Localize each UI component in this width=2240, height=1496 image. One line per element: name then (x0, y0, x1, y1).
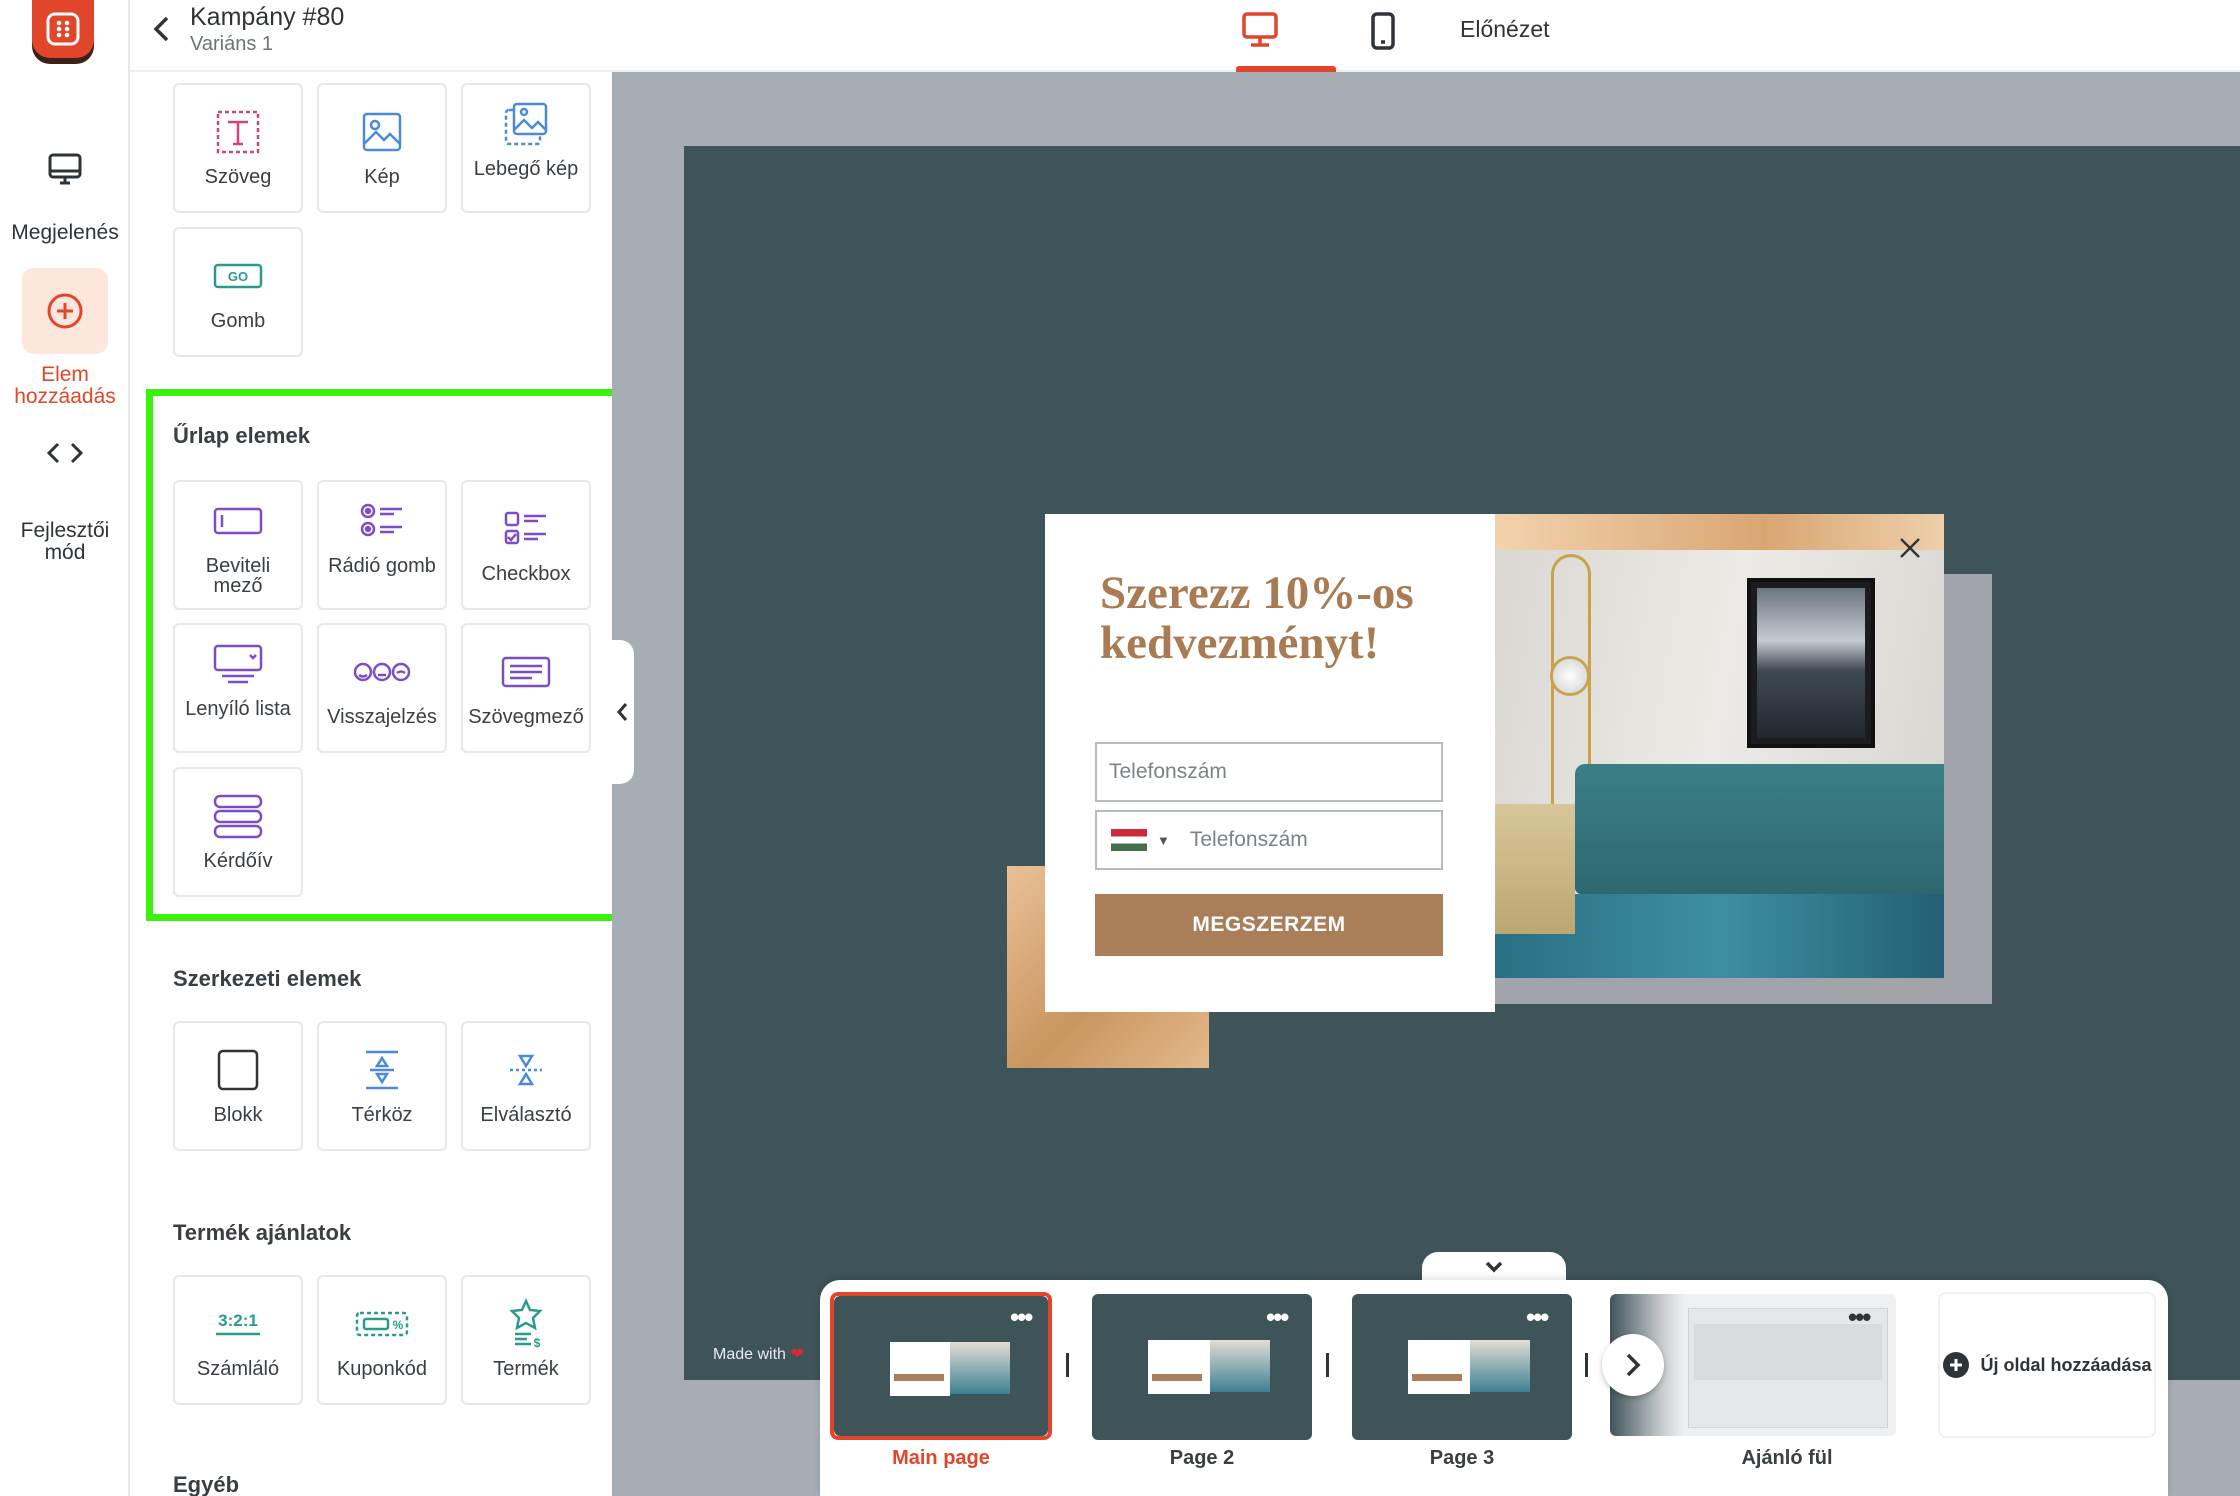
page-label-main[interactable]: Main page (826, 1447, 1056, 1470)
page-thumb-2[interactable]: ••• (1092, 1294, 1312, 1440)
element-tile-block[interactable]: Blokk (173, 1021, 303, 1151)
page-label-2[interactable]: Page 2 (1087, 1447, 1317, 1470)
button-icon: GO (212, 249, 264, 303)
svg-text:%: % (393, 1318, 404, 1332)
rail-item-developer-mode[interactable]: Fejlesztői mód (0, 428, 130, 564)
preview-button[interactable]: Előnézet (1460, 16, 1550, 43)
page-separator (1326, 1353, 1329, 1377)
spacer-icon (362, 1043, 402, 1097)
more-icon[interactable]: ••• (1848, 1302, 1871, 1333)
element-tile-floating-image[interactable]: Lebegő kép (461, 83, 591, 213)
page-thumb-main[interactable]: ••• (834, 1296, 1048, 1436)
tray-toggle[interactable] (1422, 1252, 1566, 1282)
svg-text:3:2:1: 3:2:1 (218, 1311, 258, 1330)
divider-icon (506, 1043, 546, 1097)
product-icon: $ (509, 1297, 543, 1351)
more-icon[interactable]: ••• (1010, 1302, 1033, 1333)
wall-painting (1747, 578, 1875, 748)
rail-item-label: Megjelenés (11, 221, 119, 244)
block-icon (215, 1043, 261, 1097)
close-icon[interactable] (1898, 536, 1922, 565)
rail-item-label: Fejlesztői mód (20, 519, 110, 564)
element-tile-product[interactable]: $ Termék (461, 1275, 591, 1405)
page-separator (1066, 1353, 1069, 1377)
element-tile-coupon[interactable]: % Kuponkód (317, 1275, 447, 1405)
text-icon (214, 105, 262, 159)
phone-input[interactable]: Telefonszám (1095, 742, 1443, 802)
phone-input-with-country[interactable]: ▼ Telefonszám (1095, 810, 1443, 870)
element-tile-image[interactable]: Kép (317, 83, 447, 213)
svg-text:GO: GO (228, 269, 248, 284)
popup-headline[interactable]: Szerezz 10%-os kedvezményt! (1100, 568, 1460, 668)
element-tile-spacer[interactable]: Térköz (317, 1021, 447, 1151)
page-thumb-3[interactable]: ••• (1352, 1294, 1572, 1440)
code-icon (22, 428, 108, 478)
chevron-down-icon (1485, 1261, 1503, 1273)
campaign-title: Kampány #80 (190, 3, 345, 31)
rail-item-label: Elem hozzáadás (14, 363, 116, 408)
form-elements-highlight (146, 389, 645, 921)
plus-circle-icon (1943, 1352, 1970, 1378)
mobile-view-icon[interactable] (1368, 10, 1398, 57)
more-icon[interactable]: ••• (1526, 1302, 1549, 1333)
more-icon[interactable]: ••• (1266, 1302, 1289, 1333)
made-with-label[interactable]: Made with ❤ (713, 1344, 804, 1364)
rail-item-add-element[interactable]: Elem hozzáadás (0, 268, 130, 408)
left-rail: Megjelenés Elem hozzáadás Fejlesztői mód (0, 0, 130, 1496)
heart-icon: ❤ (790, 1346, 804, 1363)
popup-product-image (1495, 514, 1944, 978)
section-title-other: Egyéb (173, 1472, 240, 1496)
hungary-flag-icon[interactable] (1111, 829, 1147, 851)
section-title-structure: Szerkezeti elemek (173, 966, 362, 991)
element-tile-countdown[interactable]: 3:2:1 Számláló (173, 1275, 303, 1405)
countdown-icon: 3:2:1 (212, 1297, 264, 1351)
add-page-button[interactable]: Új oldal hozzáadása (1938, 1292, 2156, 1438)
chevron-right-icon (1626, 1353, 1641, 1377)
coupon-icon: % (354, 1297, 410, 1351)
monitor-icon (22, 126, 108, 212)
top-bar: Kampány #80 Variáns 1 Előnézet (130, 0, 2240, 72)
floating-image-icon (502, 97, 550, 151)
desktop-view-icon[interactable] (1237, 10, 1283, 52)
page-separator (1585, 1353, 1588, 1377)
section-title-products: Termék ajánlatok (173, 1220, 352, 1245)
page-label-tab[interactable]: Ajánló fül (1672, 1447, 1902, 1470)
variant-subtitle: Variáns 1 (190, 33, 274, 55)
scroll-right-button[interactable] (1602, 1334, 1664, 1396)
element-tile-text[interactable]: Szöveg (173, 83, 303, 213)
chevron-left-icon (617, 703, 628, 721)
app-logo[interactable] (32, 0, 94, 58)
cta-button[interactable]: MEGSZERZEM (1095, 894, 1443, 956)
plus-circle-icon (22, 268, 108, 354)
collapse-panel-handle[interactable] (612, 640, 634, 784)
page-label-3[interactable]: Page 3 (1347, 1447, 1577, 1470)
rail-item-appearance[interactable]: Megjelenés (0, 126, 130, 244)
element-tile-button[interactable]: GO Gomb (173, 227, 303, 357)
teal-sofa (1575, 764, 1944, 894)
caret-down-icon[interactable]: ▼ (1157, 833, 1170, 848)
element-tile-divider[interactable]: Elválasztó (461, 1021, 591, 1151)
image-icon (360, 105, 404, 159)
back-arrow-icon[interactable] (150, 14, 174, 49)
svg-text:$: $ (534, 1336, 541, 1350)
